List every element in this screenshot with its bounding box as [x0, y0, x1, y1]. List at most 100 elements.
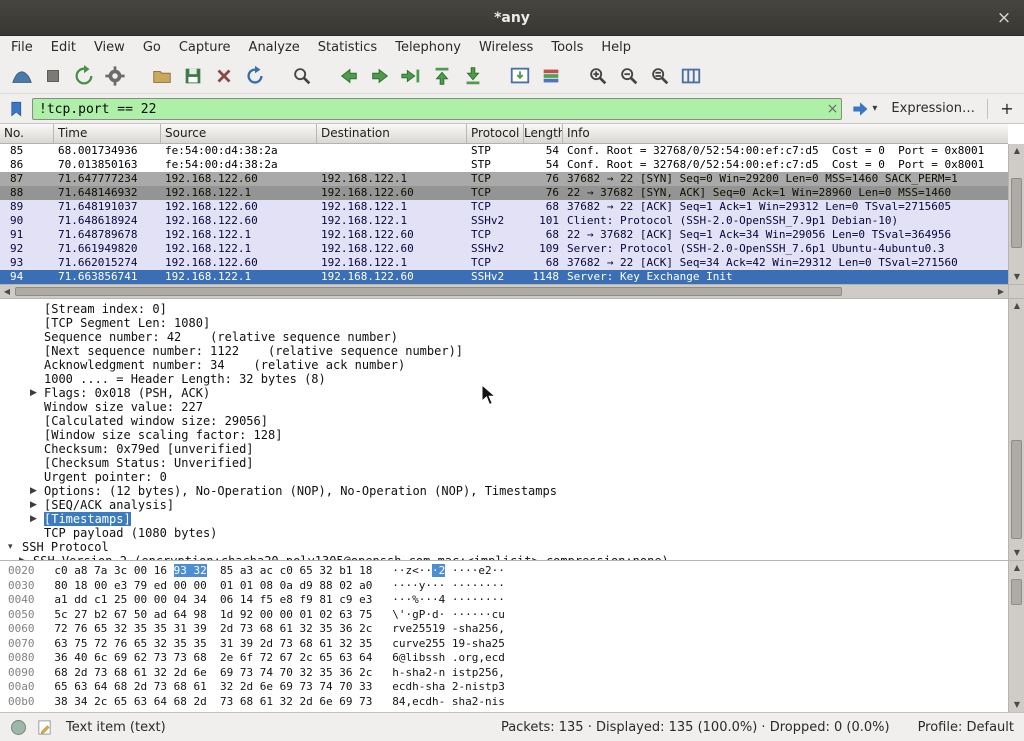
find-packet-button[interactable] — [286, 62, 317, 90]
filter-apply-button[interactable]: ▾ — [850, 99, 877, 119]
filter-dropdown-caret-icon[interactable]: ▾ — [872, 103, 877, 114]
packet-row-87[interactable]: 8771.647777234192.168.122.60192.168.122.… — [0, 172, 1008, 186]
packet-row-90[interactable]: 9071.648618924192.168.122.60192.168.122.… — [0, 214, 1008, 228]
restart-capture-button[interactable] — [68, 62, 99, 90]
stop-capture-button[interactable] — [37, 62, 68, 90]
packet-row-86[interactable]: 8670.013850163fe:54:00:d4:38:2aSTP54Conf… — [0, 158, 1008, 172]
go-last-packet-button[interactable] — [457, 62, 488, 90]
detail-line[interactable]: [Checksum Status: Unverified] — [0, 456, 1008, 470]
close-window-button[interactable]: × — [994, 8, 1014, 28]
go-first-packet-button[interactable] — [426, 62, 457, 90]
column-header-destination[interactable]: Destination — [317, 124, 467, 143]
scroll-up-arrow[interactable]: ▲ — [1009, 144, 1024, 158]
hex-row-00a0[interactable]: 00a0 65 63 64 68 2d 73 68 61 32 2d 6e 69… — [0, 680, 1008, 695]
save-capture-button[interactable] — [177, 62, 208, 90]
expander-icon[interactable]: ▶ — [30, 512, 44, 526]
detail-line[interactable]: ▶Options: (12 bytes), No-Operation (NOP)… — [0, 484, 1008, 498]
detail-line[interactable]: ▶[Timestamps] — [0, 512, 1008, 526]
title-bar[interactable]: *any × — [0, 0, 1024, 36]
menu-item-capture[interactable]: Capture — [170, 36, 240, 59]
filter-bookmark-button[interactable] — [6, 98, 28, 120]
scrollbar-thumb[interactable] — [1011, 579, 1022, 605]
menu-item-wireless[interactable]: Wireless — [470, 36, 542, 59]
detail-line[interactable]: Window size value: 227 — [0, 400, 1008, 414]
detail-line[interactable]: [Calculated window size: 29056] — [0, 414, 1008, 428]
scroll-left-arrow[interactable]: ◀ — [0, 285, 14, 299]
hex-row-0080[interactable]: 0080 36 40 6c 69 62 73 73 68 2e 6f 72 67… — [0, 651, 1008, 666]
add-filter-button[interactable]: + — [996, 98, 1018, 120]
bytes-vscrollbar[interactable]: ▲ ▼ — [1008, 561, 1024, 712]
column-header-no[interactable]: No. — [0, 124, 54, 143]
detail-line[interactable]: Acknowledgment number: 34 (relative ack … — [0, 358, 1008, 372]
scrollbar-thumb[interactable] — [15, 287, 842, 296]
hex-row-0020[interactable]: 0020 c0 a8 7a 3c 00 16 93 32 85 a3 ac c0… — [0, 564, 1008, 579]
packet-row-89[interactable]: 8971.648191037192.168.122.60192.168.122.… — [0, 200, 1008, 214]
scrollbar-thumb[interactable] — [1011, 178, 1022, 248]
zoom-out-button[interactable] — [613, 62, 644, 90]
scroll-right-arrow[interactable]: ▶ — [994, 285, 1008, 299]
expander-icon[interactable]: ▶ — [30, 498, 44, 512]
hex-row-0030[interactable]: 0030 80 18 00 e3 79 ed 00 00 01 01 08 0a… — [0, 579, 1008, 594]
packet-row-85[interactable]: 8568.001734936fe:54:00:d4:38:2aSTP54Conf… — [0, 144, 1008, 158]
detail-line[interactable]: [Next sequence number: 1122 (relative se… — [0, 344, 1008, 358]
expression-button[interactable]: Expression… — [891, 101, 975, 116]
go-forward-button[interactable] — [364, 62, 395, 90]
auto-scroll-button[interactable] — [504, 62, 535, 90]
scroll-down-arrow[interactable]: ▼ — [1009, 698, 1024, 712]
hex-row-0060[interactable]: 0060 72 76 65 32 35 35 31 39 2d 73 68 61… — [0, 622, 1008, 637]
scrollbar-thumb[interactable] — [1011, 440, 1022, 539]
hex-row-00b0[interactable]: 00b0 38 34 2c 65 63 64 68 2d 73 68 61 32… — [0, 695, 1008, 710]
scroll-up-arrow[interactable]: ▲ — [1009, 299, 1024, 313]
expander-icon[interactable]: ▶ — [30, 386, 44, 400]
zoom-in-button[interactable] — [582, 62, 613, 90]
open-capture-button[interactable] — [146, 62, 177, 90]
packet-list-hscrollbar[interactable]: ◀ ▶ — [0, 284, 1008, 298]
packet-row-92[interactable]: 9271.661949820192.168.122.1192.168.122.6… — [0, 242, 1008, 256]
capture-comment-button[interactable] — [36, 719, 53, 736]
reload-capture-button[interactable] — [239, 62, 270, 90]
menu-item-tools[interactable]: Tools — [542, 36, 592, 59]
hex-row-0050[interactable]: 0050 5c 27 b2 67 50 ad 64 98 1d 92 00 00… — [0, 608, 1008, 623]
detail-line[interactable]: [Stream index: 0] — [0, 302, 1008, 316]
expander-icon[interactable]: ▶ — [30, 484, 44, 498]
detail-line[interactable]: Urgent pointer: 0 — [0, 470, 1008, 484]
expert-info-button[interactable] — [10, 719, 27, 736]
menu-item-help[interactable]: Help — [592, 36, 640, 59]
packet-row-88[interactable]: 8871.648146932192.168.122.1192.168.122.6… — [0, 186, 1008, 200]
expander-icon[interactable]: ▾ — [8, 540, 22, 554]
packet-row-93[interactable]: 9371.662015274192.168.122.60192.168.122.… — [0, 256, 1008, 270]
detail-line[interactable]: 1000 .... = Header Length: 32 bytes (8) — [0, 372, 1008, 386]
menu-item-go[interactable]: Go — [134, 36, 170, 59]
column-header-protocol[interactable]: Protocol — [467, 124, 524, 143]
menu-item-analyze[interactable]: Analyze — [240, 36, 309, 59]
detail-line[interactable]: ▶Flags: 0x018 (PSH, ACK) — [0, 386, 1008, 400]
detail-line[interactable]: Sequence number: 42 (relative sequence n… — [0, 330, 1008, 344]
start-capture-button[interactable] — [6, 62, 37, 90]
menu-item-view[interactable]: View — [85, 36, 134, 59]
hex-row-0070[interactable]: 0070 63 75 72 76 65 32 35 35 31 39 2d 73… — [0, 637, 1008, 652]
scroll-down-arrow[interactable]: ▼ — [1009, 270, 1024, 284]
hex-row-0090[interactable]: 0090 68 2d 73 68 61 32 2d 6e 69 73 74 70… — [0, 666, 1008, 681]
capture-options-button[interactable] — [99, 62, 130, 90]
detail-line[interactable]: Checksum: 0x79ed [unverified] — [0, 442, 1008, 456]
packet-row-91[interactable]: 9171.648789678192.168.122.1192.168.122.6… — [0, 228, 1008, 242]
hex-row-0040[interactable]: 0040 a1 dd c1 25 00 00 04 34 06 14 f5 e8… — [0, 593, 1008, 608]
display-filter-input[interactable] — [32, 98, 842, 120]
packet-row-94[interactable]: 9471.663856741192.168.122.1192.168.122.6… — [0, 270, 1008, 284]
detail-line[interactable]: [TCP Segment Len: 1080] — [0, 316, 1008, 330]
detail-line[interactable]: [Window size scaling factor: 128] — [0, 428, 1008, 442]
menu-item-edit[interactable]: Edit — [42, 36, 85, 59]
go-to-packet-button[interactable] — [395, 62, 426, 90]
filter-clear-button[interactable]: × — [827, 100, 839, 118]
resize-columns-button[interactable] — [675, 62, 706, 90]
scroll-up-arrow[interactable]: ▲ — [1009, 561, 1024, 575]
column-header-length[interactable]: Length — [524, 124, 563, 143]
packet-list-vscrollbar[interactable]: ▲ ▼ — [1008, 144, 1024, 284]
menu-item-file[interactable]: File — [2, 36, 42, 59]
detail-line[interactable]: TCP payload (1080 bytes) — [0, 526, 1008, 540]
column-header-source[interactable]: Source — [161, 124, 317, 143]
colorize-button[interactable] — [535, 62, 566, 90]
close-capture-button[interactable] — [208, 62, 239, 90]
zoom-100-button[interactable] — [644, 62, 675, 90]
menu-item-statistics[interactable]: Statistics — [309, 36, 386, 59]
